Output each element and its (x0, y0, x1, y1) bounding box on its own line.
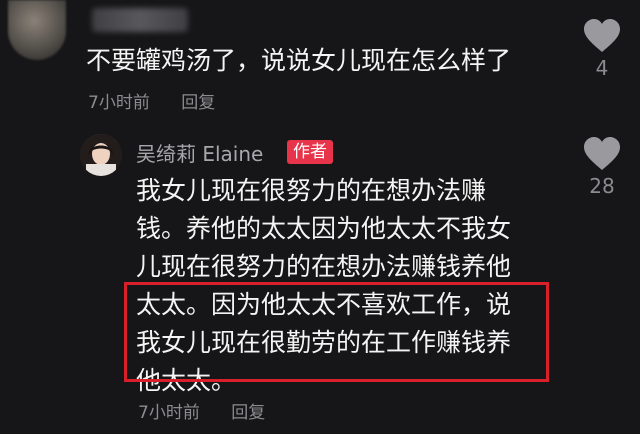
heart-icon (584, 19, 620, 52)
heart-icon (584, 137, 620, 170)
author-badge: 作者 (287, 140, 333, 164)
comment-time: 7小时前 (88, 93, 150, 113)
reply-line: 儿现在很努力的在想办法赚钱养他 (136, 252, 512, 281)
reply-like-count: 28 (589, 174, 615, 198)
commenter-avatar-blurred[interactable] (8, 0, 66, 60)
comment-reply-button[interactable]: 回复 (181, 93, 215, 113)
reply-line: 我女儿现在很努力的在想办法赚 (136, 176, 487, 205)
reply-line: 钱。养他的太太因为他太太不我女 (136, 214, 512, 243)
comment-text: 不要罐鸡汤了，说说女儿现在怎么样了 (86, 46, 512, 75)
highlight-box (124, 282, 549, 382)
comment-like-button[interactable]: 4 (582, 18, 622, 80)
author-avatar[interactable] (80, 134, 122, 176)
reply-time: 7小时前 (138, 403, 200, 423)
reply-meta: 7小时前 回复 (138, 398, 265, 423)
commenter-name-blurred[interactable] (92, 8, 188, 32)
reply-like-button[interactable]: 28 (582, 136, 622, 198)
author-name[interactable]: 吴绮莉 Elaine (136, 138, 263, 167)
comment-meta: 7小时前 回复 (88, 88, 215, 113)
reply-reply-button[interactable]: 回复 (231, 403, 265, 423)
comment-like-count: 4 (595, 56, 609, 80)
author-avatar-image (80, 134, 122, 176)
